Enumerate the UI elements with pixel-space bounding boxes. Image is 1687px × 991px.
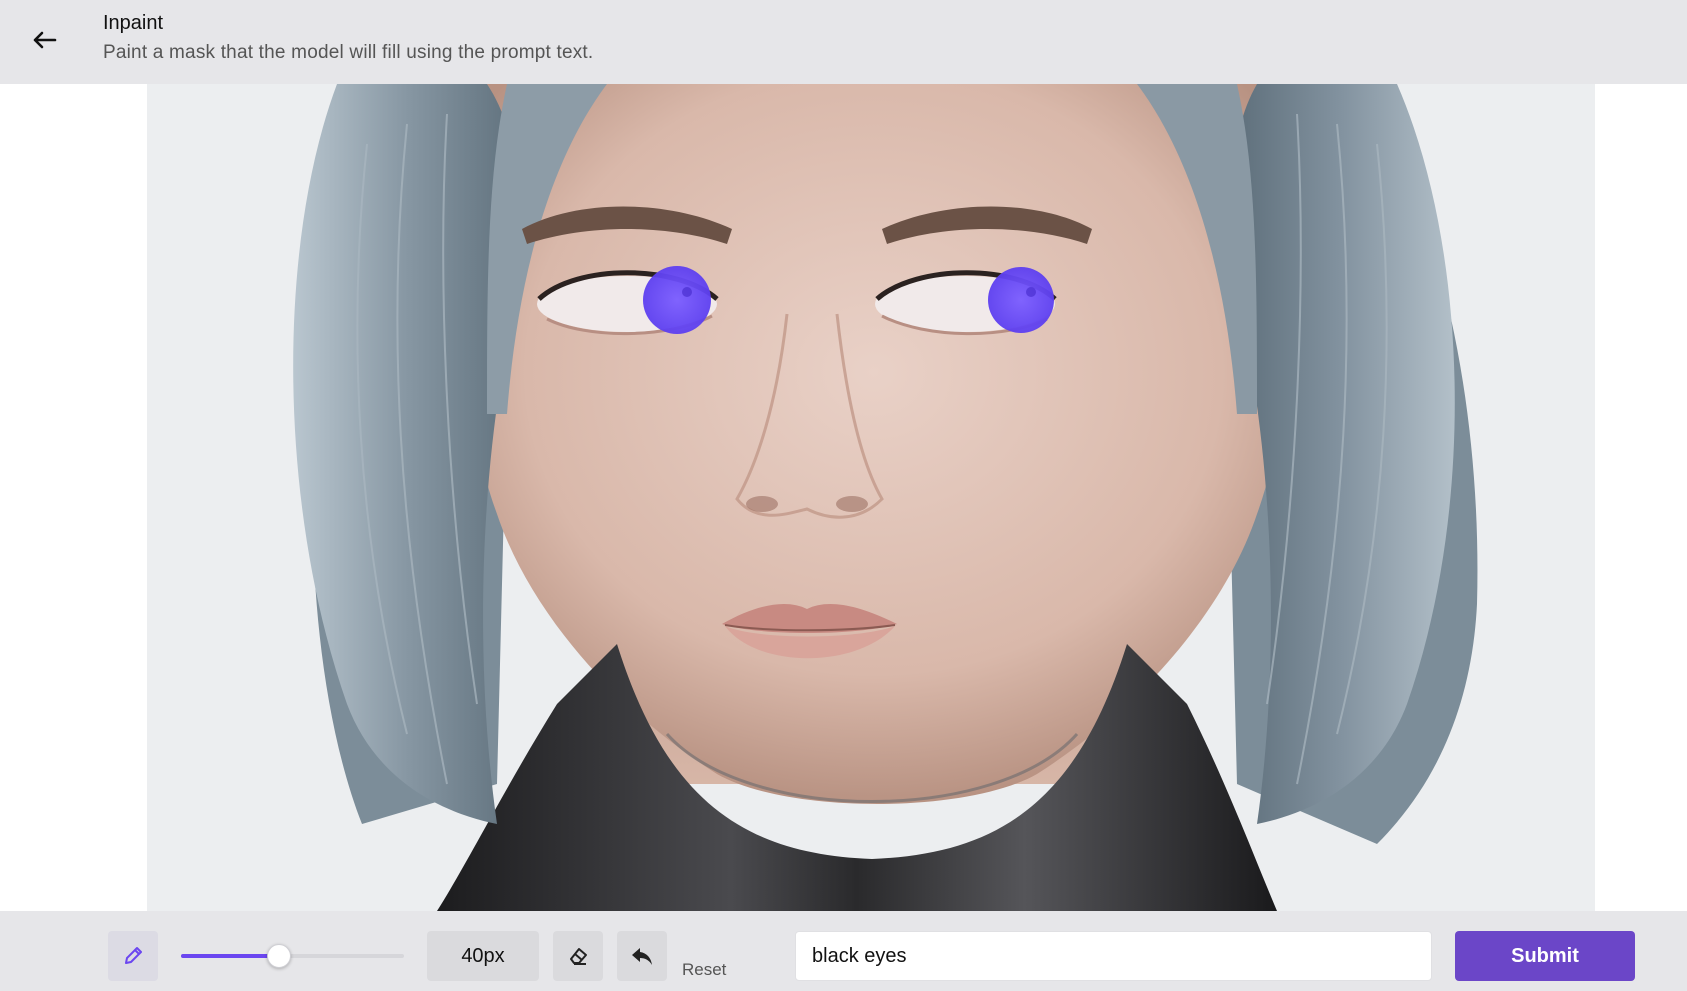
undo-icon (632, 948, 652, 965)
slider-fill (181, 954, 279, 958)
header-bar: Inpaint Paint a mask that the model will… (0, 0, 1687, 84)
page-subtitle: Paint a mask that the model will fill us… (103, 42, 594, 63)
inpaint-canvas[interactable] (147, 84, 1595, 911)
slider-thumb[interactable] (267, 944, 291, 968)
brush-tool-button[interactable] (108, 931, 158, 981)
prompt-input[interactable] (795, 931, 1432, 981)
brush-size-value: 40px (427, 931, 539, 981)
undo-button[interactable] (617, 931, 667, 981)
canvas-area (0, 84, 1687, 911)
back-button[interactable] (26, 22, 62, 58)
eraser-icon (570, 948, 587, 965)
portrait-image (147, 84, 1595, 911)
submit-button[interactable]: Submit (1455, 931, 1635, 981)
pencil-icon (125, 947, 142, 964)
page-title: Inpaint (103, 12, 164, 34)
brush-size-slider[interactable] (181, 944, 404, 968)
arrow-left-icon (33, 31, 57, 49)
reset-button[interactable]: Reset (682, 960, 726, 980)
eraser-tool-button[interactable] (553, 931, 603, 981)
bottom-toolbar: 40px Reset Submit (0, 911, 1687, 991)
